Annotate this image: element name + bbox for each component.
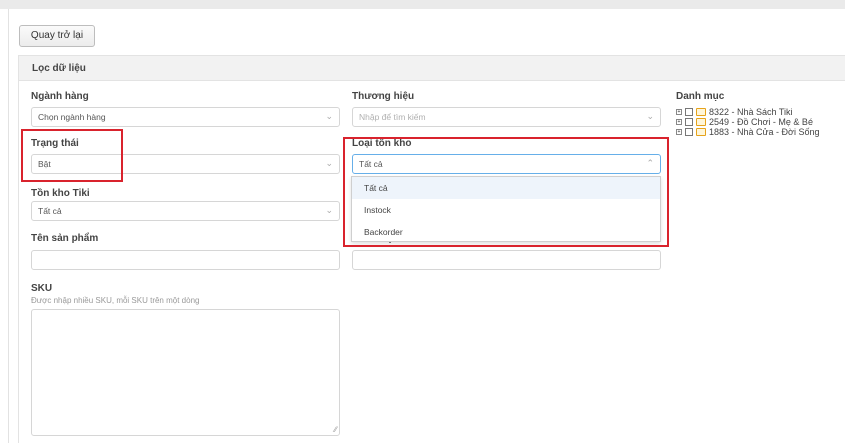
thuong-hieu-input[interactable]: Nhập để tìm kiếm ⌄: [352, 107, 661, 127]
chevron-down-icon: ⌄: [325, 158, 333, 168]
chevron-down-icon: ⌄: [325, 205, 333, 215]
expand-icon[interactable]: +: [676, 119, 682, 125]
category-tree: + 8322 - Nhà Sách Tiki + 2549 - Đồ Chơi …: [676, 107, 819, 137]
danh-muc-label: Danh mục: [676, 91, 725, 102]
tree-item[interactable]: + 2549 - Đồ Chơi - Mẹ & Bé: [676, 117, 819, 127]
nganh-hang-select[interactable]: Chọn ngành hàng ⌄: [31, 107, 340, 127]
ten-san-pham-input[interactable]: [31, 250, 340, 270]
tree-item-label: 8322 - Nhà Sách Tiki: [709, 107, 793, 117]
sku-textarea[interactable]: ∕∕: [31, 309, 340, 436]
back-button[interactable]: Quay trở lại: [19, 25, 95, 47]
thuong-hieu-placeholder: Nhập để tìm kiếm: [359, 112, 426, 122]
chevron-down-icon: ⌄: [646, 111, 654, 121]
sku-hint: Được nhập nhiều SKU, mỗi SKU trên một dò…: [31, 296, 200, 305]
chevron-down-icon: ⌄: [325, 111, 333, 121]
thuong-hieu-label: Thương hiệu: [352, 91, 415, 102]
ten-san-pham-label: Tên sản phẩm: [31, 233, 99, 244]
panel-title: Lọc dữ liệu: [19, 56, 845, 81]
ton-kho-tiki-value: Tất cả: [38, 206, 62, 216]
folder-icon: [696, 118, 706, 126]
left-border: [8, 9, 9, 443]
ma-san-pham-input[interactable]: [352, 250, 661, 270]
ton-kho-tiki-label: Tồn kho Tiki: [31, 188, 90, 199]
folder-icon: [696, 108, 706, 116]
highlight-box-trang-thai: [21, 129, 123, 182]
expand-icon[interactable]: +: [676, 109, 682, 115]
tree-item-label: 2549 - Đồ Chơi - Mẹ & Bé: [709, 117, 813, 127]
tree-item-label: 1883 - Nhà Cửa - Đời Sống: [709, 127, 820, 137]
expand-icon[interactable]: +: [676, 129, 682, 135]
tree-item[interactable]: + 1883 - Nhà Cửa - Đời Sống: [676, 127, 819, 137]
tree-item[interactable]: + 8322 - Nhà Sách Tiki: [676, 107, 819, 117]
sku-label: SKU: [31, 283, 53, 294]
nganh-hang-label: Ngành hàng: [31, 91, 89, 102]
highlight-box-loai-ton-kho: [343, 137, 669, 247]
resize-handle-icon[interactable]: ∕∕: [334, 425, 337, 434]
checkbox[interactable]: [685, 128, 693, 136]
folder-icon: [696, 128, 706, 136]
checkbox[interactable]: [685, 118, 693, 126]
ton-kho-tiki-select[interactable]: Tất cả ⌄: [31, 201, 340, 221]
top-bar: [0, 0, 845, 9]
checkbox[interactable]: [685, 108, 693, 116]
nganh-hang-value: Chọn ngành hàng: [38, 112, 106, 122]
